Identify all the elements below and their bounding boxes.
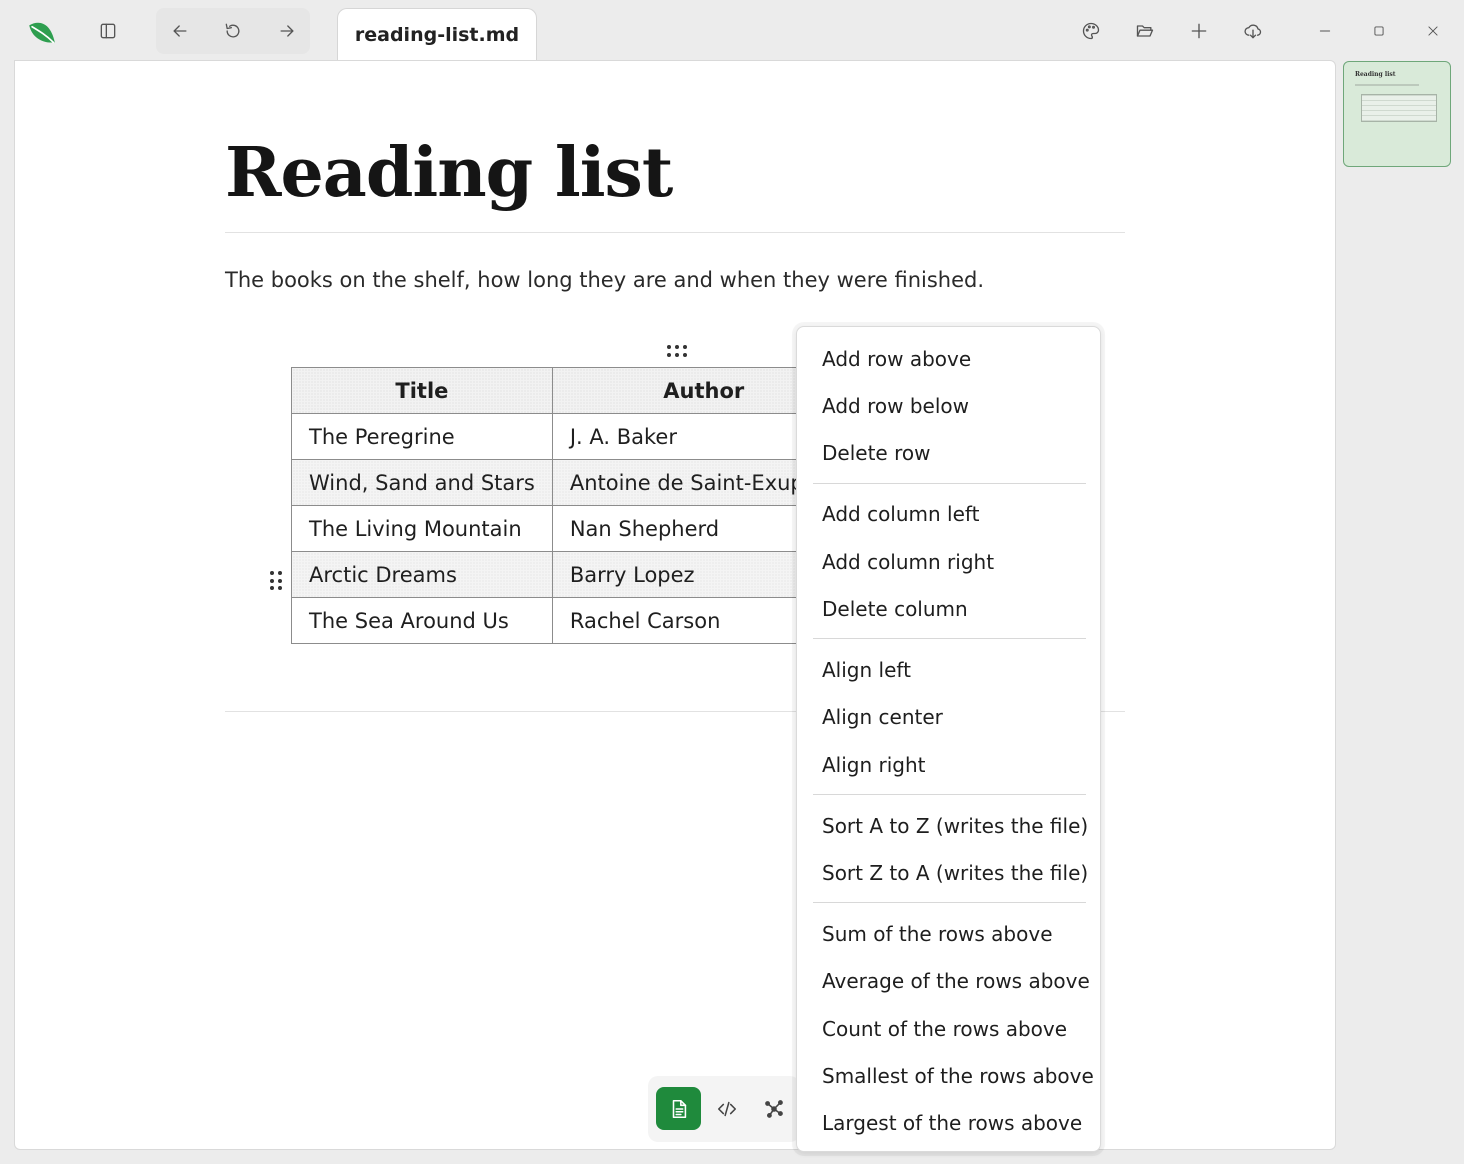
sidebar-toggle-icon[interactable] [88, 11, 128, 51]
menu-align-left[interactable]: Align left [822, 657, 911, 683]
menu-align-right[interactable]: Align right [822, 752, 926, 778]
menu-add-row-above[interactable]: Add row above [822, 346, 971, 372]
menu-separator [813, 794, 1086, 795]
app-leaf-icon [22, 11, 62, 51]
table-row: The Sea Around Us Rachel Carson [291, 597, 811, 644]
menu-count-rows-above[interactable]: Count of the rows above [822, 1016, 1067, 1042]
menu-sum-rows-above[interactable]: Sum of the rows above [822, 921, 1053, 947]
menu-separator [813, 483, 1086, 484]
table-cell[interactable]: Arctic Dreams [291, 551, 553, 598]
table-cell[interactable]: The Sea Around Us [291, 597, 553, 644]
table-header-row: Title Author [291, 367, 811, 414]
menu-separator [813, 902, 1086, 903]
table-row: Wind, Sand and Stars Antoine de Saint-Ex… [291, 459, 811, 506]
cloud-download-icon[interactable] [1233, 11, 1273, 51]
table-cell[interactable]: Rachel Carson [551, 597, 811, 644]
source-view-button[interactable] [704, 1087, 749, 1130]
view-mode-toolbar [648, 1076, 800, 1142]
menu-add-column-right[interactable]: Add column right [822, 549, 994, 575]
document-view-button[interactable] [656, 1087, 701, 1130]
minimap-table [1361, 94, 1437, 122]
menu-add-row-below[interactable]: Add row below [822, 393, 969, 419]
table-cell[interactable]: Antoine de Saint-Exupery [551, 459, 811, 506]
table-cell[interactable]: The Peregrine [291, 413, 553, 460]
table-row-selected: Arctic Dreams Barry Lopez [291, 551, 811, 598]
header-title[interactable]: Title [291, 367, 553, 414]
menu-smallest-rows-above[interactable]: Smallest of the rows above [822, 1063, 1094, 1089]
table-cell[interactable]: J. A. Baker [551, 413, 811, 460]
menu-align-center[interactable]: Align center [822, 704, 943, 730]
table-cell[interactable]: Barry Lopez [551, 551, 811, 598]
table-row: The Peregrine J. A. Baker [291, 413, 811, 460]
minimap-title: Reading list [1355, 71, 1396, 78]
menu-largest-rows-above[interactable]: Largest of the rows above [822, 1110, 1082, 1136]
table-row: The Living Mountain Nan Shepherd [291, 505, 811, 552]
minimap-text-line [1355, 84, 1419, 86]
table-cell[interactable]: The Living Mountain [291, 505, 553, 552]
source-code-icon [717, 1101, 736, 1116]
column-drag-handle-icon[interactable] [667, 345, 689, 359]
row-drag-handle-icon[interactable] [270, 571, 282, 591]
close-icon[interactable] [1413, 11, 1453, 51]
folder-open-icon[interactable] [1125, 11, 1165, 51]
title-bar: reading-list.md [0, 0, 1464, 61]
menu-sort-z-to-a[interactable]: Sort Z to A (writes the file) [822, 860, 1088, 886]
table-context-menu: Add row above Add row below Delete row A… [796, 326, 1101, 1152]
title-divider [225, 232, 1125, 233]
graph-view-button[interactable] [751, 1087, 796, 1130]
reading-table: Title Author The Peregrine J. A. Baker W… [291, 367, 811, 652]
page-minimap[interactable]: Reading list [1343, 61, 1451, 167]
plus-icon[interactable] [1179, 11, 1219, 51]
table-cell[interactable]: Nan Shepherd [551, 505, 811, 552]
document-view-icon [672, 1099, 686, 1118]
forward-arrow-icon[interactable] [267, 11, 307, 51]
header-author[interactable]: Author [551, 367, 811, 414]
document-editor[interactable]: Reading list The books on the shelf, how… [14, 60, 1336, 1150]
menu-delete-row[interactable]: Delete row [822, 440, 930, 466]
table-cell[interactable]: Wind, Sand and Stars [291, 459, 553, 506]
menu-delete-column[interactable]: Delete column [822, 596, 968, 622]
maximize-icon[interactable] [1359, 11, 1399, 51]
menu-average-rows-above[interactable]: Average of the rows above [822, 968, 1090, 994]
back-arrow-icon[interactable] [160, 11, 200, 51]
graph-view-icon [764, 1099, 783, 1118]
palette-icon[interactable] [1071, 11, 1111, 51]
tab-title: reading-list.md [354, 24, 520, 46]
intro-paragraph[interactable]: The books on the shelf, how long they ar… [225, 268, 984, 292]
menu-sort-a-to-z[interactable]: Sort A to Z (writes the file) [822, 813, 1088, 839]
minimize-icon[interactable] [1305, 11, 1345, 51]
tab-reading-list[interactable]: reading-list.md [337, 8, 537, 61]
page-title[interactable]: Reading list [225, 133, 673, 213]
menu-add-column-left[interactable]: Add column left [822, 501, 979, 527]
menu-separator [813, 638, 1086, 639]
refresh-icon[interactable] [213, 11, 253, 51]
